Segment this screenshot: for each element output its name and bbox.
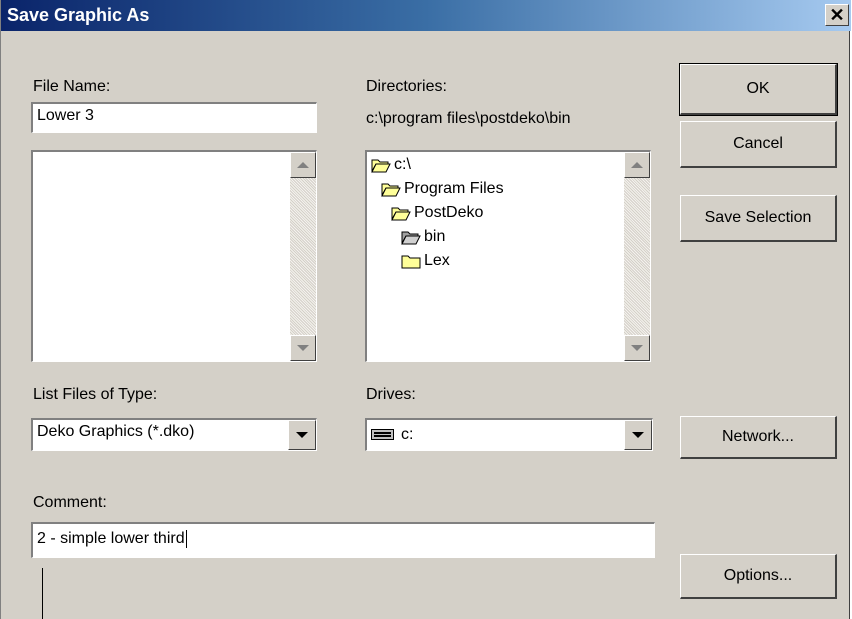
title-bar[interactable]: Save Graphic As ✕ — [1, 0, 851, 31]
drive-icon — [371, 429, 394, 440]
directory-item-program-files[interactable]: Program Files — [381, 180, 504, 198]
file-list[interactable] — [31, 150, 317, 362]
open-folder-icon — [401, 231, 421, 245]
file-name-value: Lower 3 — [37, 107, 94, 124]
chevron-down-icon — [632, 432, 644, 438]
text-caret — [185, 530, 187, 548]
cancel-button[interactable]: Cancel — [680, 121, 837, 168]
file-type-value: Deko Graphics (*.dko) — [37, 423, 195, 440]
directory-item-c[interactable]: c:\ — [371, 156, 411, 174]
ok-button[interactable]: OK — [679, 63, 838, 116]
closed-folder-icon — [401, 255, 421, 269]
open-folder-icon — [391, 207, 411, 221]
directories-label: Directories: — [366, 78, 447, 95]
directory-item-lex[interactable]: Lex — [401, 252, 450, 270]
comment-input[interactable]: 2 - simple lower third — [31, 522, 655, 558]
directory-item-label: Program Files — [404, 180, 504, 197]
directory-item-postdeko[interactable]: PostDeko — [391, 204, 483, 222]
directory-item-label: c:\ — [394, 156, 411, 173]
directory-list[interactable]: c:\ Program Files PostDeko bin Lex — [365, 150, 651, 362]
file-name-label: File Name: — [33, 78, 111, 95]
list-files-of-type-label: List Files of Type: — [33, 386, 158, 403]
file-name-input[interactable]: Lower 3 — [31, 102, 317, 133]
close-button[interactable]: ✕ — [825, 4, 849, 26]
drives-dropdown-button[interactable] — [624, 420, 652, 450]
directory-list-scroll-up-button[interactable] — [624, 152, 650, 178]
directory-list-scroll-down-button[interactable] — [624, 335, 650, 361]
directory-item-label: PostDeko — [414, 204, 484, 221]
file-list-scroll-down-button[interactable] — [290, 335, 316, 361]
open-folder-icon — [371, 159, 391, 173]
drives-label: Drives: — [366, 386, 416, 403]
open-folder-icon — [381, 183, 401, 197]
file-list-scrollbar[interactable] — [290, 152, 316, 361]
save-graphic-as-dialog: Save Graphic As ✕ File Name: Lower 3 Dir… — [0, 0, 851, 619]
file-type-combobox[interactable]: Deko Graphics (*.dko) — [31, 418, 317, 451]
drives-combobox[interactable]: c: — [365, 418, 653, 451]
arrow-up-icon — [297, 162, 309, 168]
comment-value: 2 - simple lower third — [37, 530, 185, 548]
arrow-down-icon — [631, 345, 643, 351]
directory-list-scrollbar[interactable] — [624, 152, 650, 361]
arrow-up-icon — [631, 162, 643, 168]
window-title: Save Graphic As — [7, 5, 150, 25]
directory-item-label: Lex — [424, 252, 450, 269]
directory-item-label: bin — [424, 228, 446, 245]
annotation-line — [42, 568, 43, 619]
directory-item-bin[interactable]: bin — [401, 228, 445, 246]
current-directory-path: c:\program files\postdeko\bin — [366, 110, 571, 127]
file-list-scroll-up-button[interactable] — [290, 152, 316, 178]
network-button[interactable]: Network... — [680, 416, 837, 459]
save-selection-button[interactable]: Save Selection — [680, 195, 837, 242]
drives-value: c: — [401, 426, 414, 443]
comment-label: Comment: — [33, 494, 107, 511]
arrow-down-icon — [297, 345, 309, 351]
file-type-dropdown-button[interactable] — [288, 420, 316, 450]
chevron-down-icon — [296, 432, 308, 438]
options-button[interactable]: Options... — [680, 554, 837, 599]
close-icon: ✕ — [829, 5, 845, 25]
